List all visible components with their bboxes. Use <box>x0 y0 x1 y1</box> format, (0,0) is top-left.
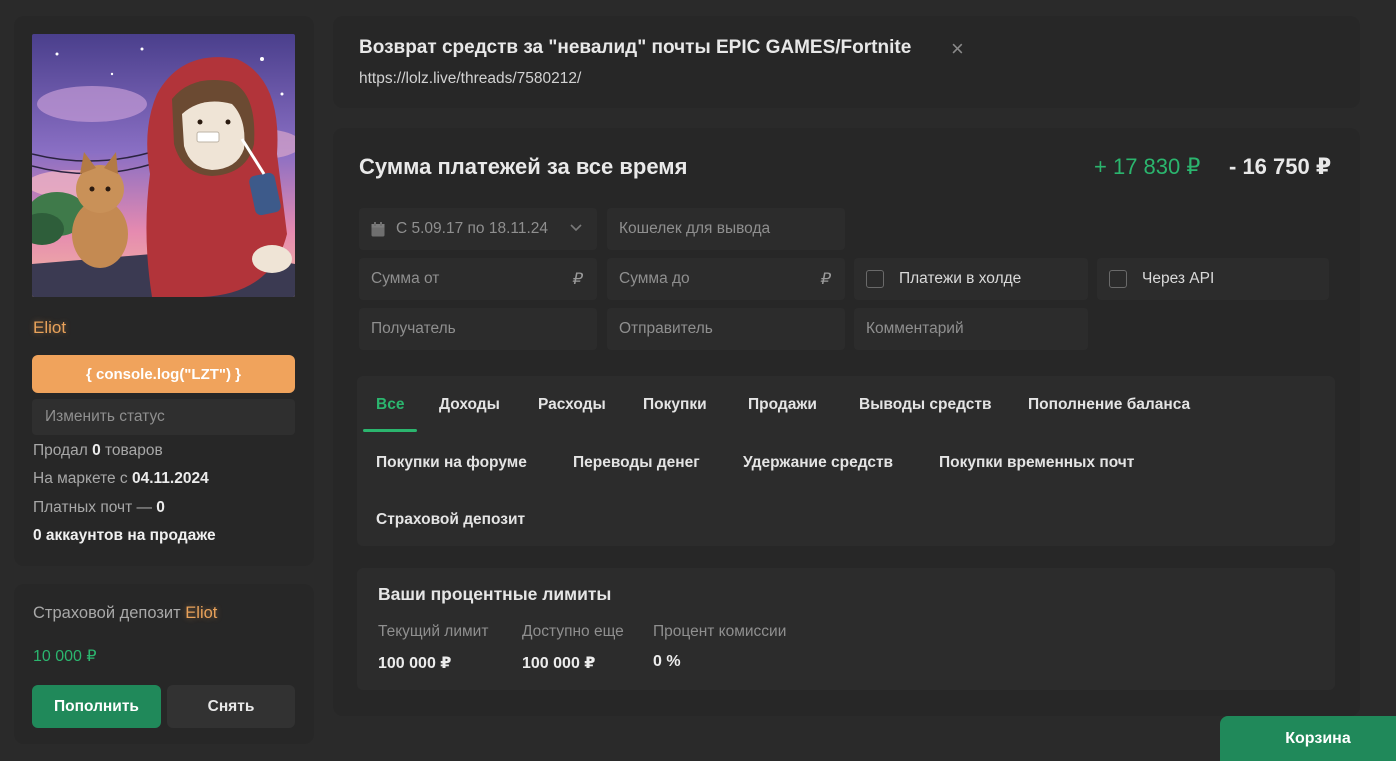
date-range-picker[interactable]: С 5.09.17 по 18.11.24 <box>359 208 597 250</box>
recipient-input[interactable]: Получатель <box>359 308 597 350</box>
tab-all[interactable]: Все <box>376 396 404 414</box>
sold-suffix: товаров <box>105 442 163 459</box>
tab-forum-purchases[interactable]: Покупки на форуме <box>376 454 527 472</box>
market-since-stat: На маркете с 04.11.2024 <box>33 470 209 488</box>
status-input[interactable]: Изменить статус <box>32 399 295 435</box>
deposit-panel: Страховой депозит Eliot 10 000 ₽ Пополни… <box>14 584 314 744</box>
sum-to-placeholder: Сумма до <box>619 270 690 287</box>
tab-temp-mail-purchases[interactable]: Покупки временных почт <box>939 454 1134 472</box>
deposit-username[interactable]: Eliot <box>185 604 217 622</box>
tab-holds[interactable]: Удержание средств <box>743 454 893 472</box>
tab-withdrawals[interactable]: Выводы средств <box>859 396 991 414</box>
payment-type-tabs: Все Доходы Расходы Покупки Продажи Вывод… <box>357 376 1335 546</box>
date-range-text: С 5.09.17 по 18.11.24 <box>396 220 549 237</box>
status-banner: { console.log("LZT") } <box>32 355 295 393</box>
sum-from-placeholder: Сумма от <box>371 270 440 287</box>
api-checkbox[interactable]: Через API <box>1097 258 1329 300</box>
commission-value: 0 % <box>653 653 681 670</box>
chevron-down-icon <box>570 224 582 232</box>
available-label: Доступно еще <box>522 623 624 640</box>
tab-income[interactable]: Доходы <box>439 396 500 414</box>
thread-panel: Возврат средств за "невалид" почты EPIC … <box>333 16 1360 108</box>
income-total: + 17 830 ₽ <box>1094 154 1201 179</box>
wallet-input[interactable]: Кошелек для вывода <box>607 208 845 250</box>
hold-checkbox-box[interactable] <box>866 270 884 288</box>
current-limit-label: Текущий лимит <box>378 623 489 640</box>
ruble-icon: ₽ <box>820 271 831 288</box>
withdraw-button[interactable]: Снять <box>167 685 295 728</box>
sender-input[interactable]: Отправитель <box>607 308 845 350</box>
tab-purchases[interactable]: Покупки <box>643 396 707 414</box>
deposit-title-text: Страховой депозит <box>33 604 181 622</box>
thread-title[interactable]: Возврат средств за "невалид" почты EPIC … <box>359 37 911 59</box>
calendar-icon <box>371 221 385 236</box>
cart-button[interactable]: Корзина <box>1220 716 1396 761</box>
tab-sales[interactable]: Продажи <box>748 396 817 414</box>
active-tab-indicator <box>363 429 417 432</box>
api-checkbox-box[interactable] <box>1109 270 1127 288</box>
limits-title: Ваши процентные лимиты <box>378 584 612 604</box>
hold-checkbox[interactable]: Платежи в холде <box>854 258 1088 300</box>
profile-panel: Eliot { console.log("LZT") } Изменить ст… <box>14 16 314 566</box>
avatar-illustration <box>32 34 295 297</box>
tab-expenses[interactable]: Расходы <box>538 396 606 414</box>
accounts-on-sale-link[interactable]: 0 аккаунтов на продаже <box>33 527 216 545</box>
hold-label: Платежи в холде <box>899 270 1022 287</box>
sum-to-input[interactable]: Сумма до ₽ <box>607 258 845 300</box>
deposit-amount: 10 000 ₽ <box>33 648 97 665</box>
payments-panel: Сумма платежей за все время + 17 830 ₽ -… <box>333 128 1360 716</box>
sum-from-input[interactable]: Сумма от ₽ <box>359 258 597 300</box>
current-limit-value: 100 000 ₽ <box>378 655 452 672</box>
sold-count: 0 <box>92 442 101 459</box>
tab-money-transfers[interactable]: Переводы денег <box>573 454 700 472</box>
sold-stat: Продал 0 товаров <box>33 442 163 460</box>
comment-input[interactable]: Комментарий <box>854 308 1088 350</box>
expense-total: - 16 750 ₽ <box>1229 154 1332 179</box>
paid-mail-count: 0 <box>156 499 165 516</box>
commission-label: Процент комиссии <box>653 623 787 640</box>
market-date: 04.11.2024 <box>132 470 209 487</box>
tab-insurance-deposit[interactable]: Страховой депозит <box>376 511 525 529</box>
paid-mail-stat: Платных почт — 0 <box>33 499 165 517</box>
username[interactable]: Eliot <box>33 318 66 338</box>
sold-prefix: Продал <box>33 442 88 459</box>
paid-mail-prefix: Платных почт — <box>33 499 152 516</box>
avatar[interactable] <box>32 34 295 297</box>
tab-balance-topup[interactable]: Пополнение баланса <box>1028 396 1190 414</box>
topup-button[interactable]: Пополнить <box>32 685 161 728</box>
available-value: 100 000 ₽ <box>522 655 596 672</box>
api-label: Через API <box>1142 270 1215 287</box>
deposit-title: Страховой депозит Eliot <box>33 604 217 623</box>
thread-url[interactable]: https://lolz.live/threads/7580212/ <box>359 70 581 88</box>
percent-limits: Ваши процентные лимиты Текущий лимит 100… <box>357 568 1335 690</box>
ruble-icon: ₽ <box>572 271 583 288</box>
market-prefix: На маркете с <box>33 470 128 487</box>
payments-title: Сумма платежей за все время <box>359 154 688 179</box>
close-icon[interactable]: × <box>951 36 964 62</box>
